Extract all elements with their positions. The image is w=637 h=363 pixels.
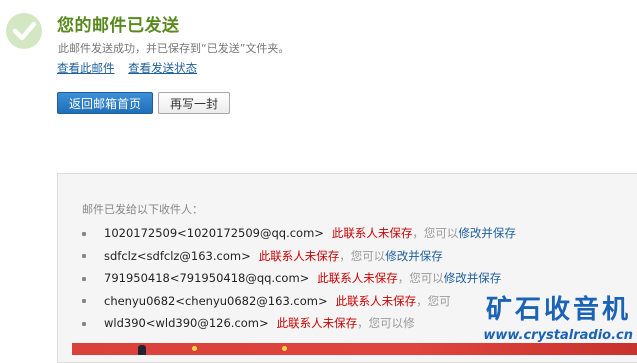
separator: ， <box>397 271 410 286</box>
separator: ， <box>339 248 351 263</box>
bullet-icon <box>82 299 86 304</box>
unsaved-notice: 此联系人未保存 <box>276 316 358 331</box>
hint-text: 您可以 <box>350 248 386 263</box>
edit-save-link[interactable]: 修改并保存 <box>444 271 502 285</box>
page-title: 您的邮件已发送 <box>57 16 180 36</box>
bullet-icon <box>82 276 86 281</box>
result-links: 查看此邮件 查看发送状态 <box>57 60 207 76</box>
unsaved-notice: 此联系人未保存 <box>335 293 417 308</box>
recipient-item: sdfclz<sdfclz@163.com> 此联系人未保存，您可以修改并保存 <box>82 245 516 268</box>
unsaved-notice: 此联系人未保存 <box>331 226 413 240</box>
banner-figure-icon <box>138 345 146 355</box>
recipient-address: 791950418<791950418@qq.com> <box>104 271 310 286</box>
write-another-button[interactable]: 再写一封 <box>158 92 230 114</box>
sparkle-icon <box>192 346 197 351</box>
check-mark-svg <box>12 21 37 41</box>
watermark-url: www.crystalradio.cn <box>483 328 633 343</box>
recipient-address: 1020172509<1020172509@qq.com> <box>104 226 324 240</box>
hint-text: 您可以修 <box>368 316 415 331</box>
site-watermark: 矿石收音机 www.crystalradio.cn <box>468 294 637 353</box>
edit-save-link[interactable]: 修改并保存 <box>385 249 443 263</box>
sparkle-icon <box>282 346 287 351</box>
recipient-address: sdfclz<sdfclz@163.com> <box>104 248 251 263</box>
recipient-item: chenyu0682<chenyu0682@163.com> 此联系人未保存，您可 <box>82 290 516 313</box>
back-to-inbox-button[interactable]: 返回邮箱首页 <box>57 92 153 114</box>
bullet-icon <box>82 254 86 259</box>
separator: ， <box>416 293 428 308</box>
separator: ， <box>357 316 369 331</box>
recipient-address: wld390<wld390@126.com> <box>104 316 269 331</box>
edit-save-link[interactable]: 修改并保存 <box>458 226 516 240</box>
recipient-list: 1020172509<1020172509@qq.com> 此联系人未保存，您可以… <box>82 222 516 335</box>
unsaved-notice: 此联系人未保存 <box>317 271 398 286</box>
hint-text: 您可以 <box>423 226 459 240</box>
unsaved-notice: 此联系人未保存 <box>258 248 340 263</box>
recipient-address: chenyu0682<chenyu0682@163.com> <box>104 293 328 308</box>
recipient-item: 1020172509<1020172509@qq.com> 此联系人未保存，您可以… <box>82 222 516 245</box>
view-send-status-link[interactable]: 查看发送状态 <box>128 61 197 75</box>
view-mail-link[interactable]: 查看此邮件 <box>57 61 115 75</box>
hint-text: 您可以 <box>409 271 444 286</box>
bullet-icon <box>82 231 86 236</box>
separator: ， <box>412 226 424 240</box>
success-check-icon <box>6 13 42 49</box>
recipient-item: 791950418<791950418@qq.com> 此联系人未保存，您可以修改… <box>82 267 516 290</box>
recipient-item: wld390<wld390@126.com> 此联系人未保存，您可以修 <box>82 312 516 335</box>
success-message: 此邮件发送成功，并已保存到“已发送”文件夹。 <box>58 42 290 55</box>
recipients-heading: 邮件已发给以下收件人： <box>82 203 203 216</box>
hint-text: 您可 <box>427 293 451 308</box>
bullet-icon <box>82 321 86 326</box>
watermark-logo-text: 矿石收音机 <box>485 295 631 325</box>
